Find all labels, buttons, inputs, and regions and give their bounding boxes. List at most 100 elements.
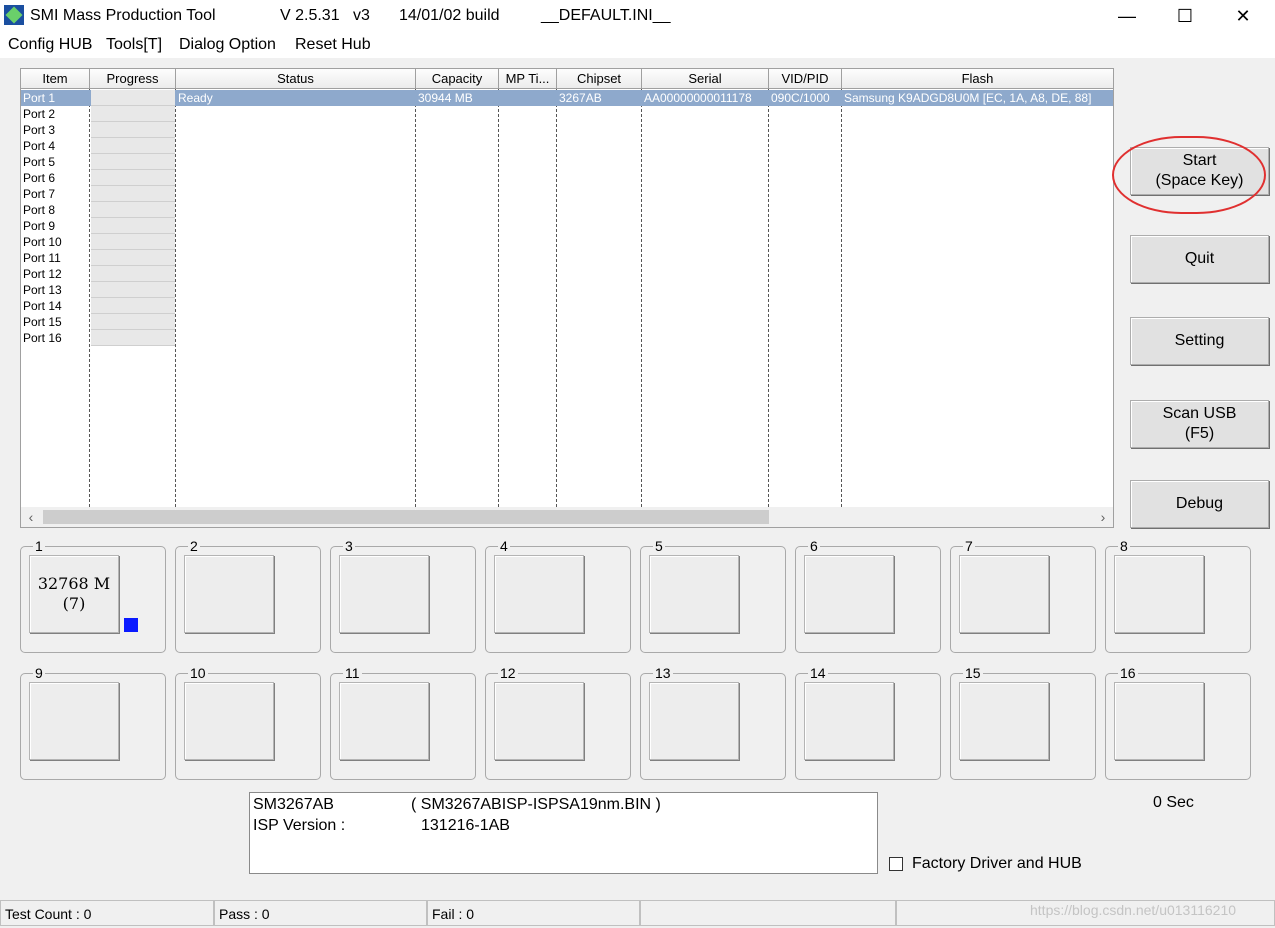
- progress-cell: [91, 282, 175, 298]
- quit-button[interactable]: Quit: [1130, 235, 1269, 283]
- port-button-3[interactable]: [339, 555, 429, 633]
- table-row[interactable]: Port 1 Ready 30944 MB 3267AB AA0000000001117…: [21, 90, 1113, 106]
- port-list-view[interactable]: Item Progress Status Capacity MP Ti... Chipse…: [20, 68, 1114, 528]
- menu-config-hub[interactable]: Config HUB: [8, 36, 92, 54]
- progress-cell: [91, 250, 175, 266]
- horizontal-scrollbar[interactable]: ‹ ›: [21, 507, 1113, 527]
- watermark: https://blog.csdn.net/u013116210: [1030, 902, 1237, 918]
- table-row[interactable]: Port 3: [21, 122, 1113, 138]
- app-version: V 2.5.31 v3: [280, 7, 370, 24]
- port-button-4[interactable]: [494, 555, 584, 633]
- minimize-button[interactable]: —: [1098, 0, 1156, 32]
- column-header[interactable]: Capacity: [416, 69, 499, 89]
- chip-name: SM3267AB: [253, 796, 334, 813]
- column-header[interactable]: Flash: [842, 69, 1113, 89]
- bin-file-name: ( SM3267ABISP-ISPSA19nm.BIN ): [411, 796, 661, 813]
- pass-count: Pass : 0: [214, 900, 427, 926]
- table-row[interactable]: Port 11: [21, 250, 1113, 266]
- port-number: 13: [653, 665, 673, 681]
- firmware-info-box: SM3267AB ( SM3267ABISP-ISPSA19nm.BIN ) I…: [249, 792, 878, 874]
- cell-chipset: 3267AB: [559, 91, 602, 105]
- scroll-left-icon[interactable]: ‹: [21, 507, 41, 527]
- table-row[interactable]: Port 2: [21, 106, 1113, 122]
- port-button-15[interactable]: [959, 682, 1049, 760]
- port-button-10[interactable]: [184, 682, 274, 760]
- maximize-button[interactable]: ☐: [1156, 0, 1214, 32]
- progress-cell: [91, 298, 175, 314]
- cell-item: Port 14: [23, 299, 62, 313]
- port-number: 7: [963, 538, 975, 554]
- port-box-9: 9: [20, 665, 166, 780]
- port-button-16[interactable]: [1114, 682, 1204, 760]
- isp-version-label: ISP Version :: [253, 817, 346, 834]
- test-count: Test Count : 0: [0, 900, 214, 926]
- table-row[interactable]: Port 4: [21, 138, 1113, 154]
- port-button-1[interactable]: 32768 M (7): [29, 555, 119, 633]
- port-button-7[interactable]: [959, 555, 1049, 633]
- port-number: 10: [188, 665, 208, 681]
- scrollbar-thumb[interactable]: [43, 510, 769, 524]
- debug-button[interactable]: Debug: [1130, 480, 1269, 528]
- column-header[interactable]: Serial: [642, 69, 769, 89]
- cell-flash: Samsung K9ADGD8U0M [EC, 1A, A8, DE, 88]: [844, 91, 1092, 105]
- port-status-indicator: [124, 618, 138, 632]
- table-row[interactable]: Port 7: [21, 186, 1113, 202]
- port-button-9[interactable]: [29, 682, 119, 760]
- table-row[interactable]: Port 12: [21, 266, 1113, 282]
- port-button-14[interactable]: [804, 682, 894, 760]
- cell-capacity: 30944 MB: [418, 91, 473, 105]
- port-button-2[interactable]: [184, 555, 274, 633]
- setting-button[interactable]: Setting: [1130, 317, 1269, 365]
- cell-item: Port 6: [23, 171, 56, 185]
- table-row[interactable]: Port 13: [21, 282, 1113, 298]
- cell-item: Port 5: [23, 155, 56, 169]
- close-button[interactable]: ✕: [1214, 0, 1272, 32]
- port-button-6[interactable]: [804, 555, 894, 633]
- table-row[interactable]: Port 5: [21, 154, 1113, 170]
- port-number: 2: [188, 538, 200, 554]
- progress-cell: [91, 234, 175, 250]
- status-cell-4: [640, 900, 896, 926]
- menu-tools[interactable]: Tools[T]: [106, 36, 162, 54]
- scroll-right-icon[interactable]: ›: [1093, 507, 1113, 527]
- table-row[interactable]: Port 10: [21, 234, 1113, 250]
- menu-bar: Config HUB Tools[T] Dialog Option Reset …: [0, 32, 1275, 58]
- cell-item: Port 9: [23, 219, 56, 233]
- port-box-14: 14: [795, 665, 941, 780]
- port-button-11[interactable]: [339, 682, 429, 760]
- port-number: 15: [963, 665, 983, 681]
- start-button[interactable]: Start (Space Key): [1130, 147, 1269, 195]
- progress-cell: [91, 154, 175, 170]
- cell-item: Port 12: [23, 267, 62, 281]
- cell-item: Port 11: [23, 251, 61, 265]
- table-row[interactable]: Port 16: [21, 330, 1113, 346]
- port-number: 16: [1118, 665, 1138, 681]
- column-header[interactable]: MP Ti...: [499, 69, 557, 89]
- title-bar: SMI Mass Production Tool V 2.5.31 v3 14/…: [0, 0, 1275, 32]
- cell-vidpid: 090C/1000: [771, 91, 830, 105]
- scan-usb-button[interactable]: Scan USB (F5): [1130, 400, 1269, 448]
- column-header[interactable]: Status: [176, 69, 416, 89]
- port-button-5[interactable]: [649, 555, 739, 633]
- port-button-12[interactable]: [494, 682, 584, 760]
- column-header[interactable]: Progress: [90, 69, 176, 89]
- column-header[interactable]: Chipset: [557, 69, 642, 89]
- menu-dialog-option[interactable]: Dialog Option: [179, 36, 276, 54]
- table-row[interactable]: Port 6: [21, 170, 1113, 186]
- factory-driver-checkbox[interactable]: [889, 857, 903, 871]
- progress-cell: [91, 266, 175, 282]
- port-button-8[interactable]: [1114, 555, 1204, 633]
- column-header[interactable]: VID/PID: [769, 69, 842, 89]
- port-number: 12: [498, 665, 518, 681]
- table-row[interactable]: Port 15: [21, 314, 1113, 330]
- progress-cell: [91, 202, 175, 218]
- table-row[interactable]: Port 8: [21, 202, 1113, 218]
- table-row[interactable]: Port 9: [21, 218, 1113, 234]
- menu-reset-hub[interactable]: Reset Hub: [295, 36, 371, 54]
- port-box-1: 1 32768 M (7): [20, 538, 166, 653]
- column-header[interactable]: Item: [21, 69, 90, 89]
- port-number: 5: [653, 538, 665, 554]
- table-row[interactable]: Port 14: [21, 298, 1113, 314]
- port-number: 1: [33, 538, 45, 554]
- port-button-13[interactable]: [649, 682, 739, 760]
